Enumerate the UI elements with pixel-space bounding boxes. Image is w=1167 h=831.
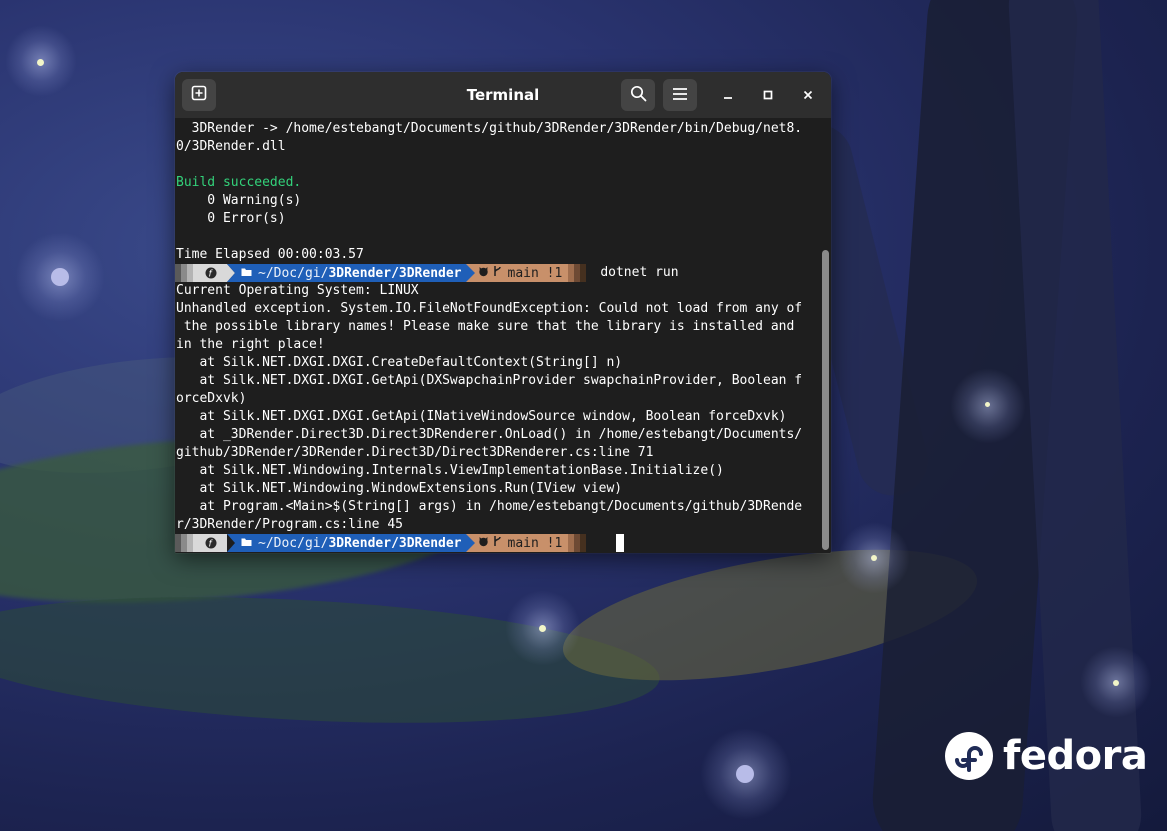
maximize-icon	[762, 86, 774, 105]
typed-command: dotnet run	[600, 265, 679, 280]
wallpaper-light	[1113, 680, 1119, 686]
prompt-os-segment: f	[175, 264, 241, 282]
build-status-line: Build succeeded.	[176, 175, 302, 190]
git-branch-icon	[493, 535, 502, 551]
wallpaper-light	[539, 625, 546, 632]
git-branch-icon	[493, 265, 502, 281]
prompt-path-segment: ~/Doc/gi/3DRender/3DRender	[241, 264, 466, 282]
terminal-line: Current Operating System: LINUX	[176, 283, 419, 298]
prompt-git-segment: main !1	[477, 534, 569, 552]
fedora-logo-icon	[945, 732, 993, 780]
wallpaper-light	[37, 59, 44, 66]
github-icon	[478, 536, 489, 551]
prompt-fade	[568, 534, 587, 552]
terminal-line: at Program.<Main>$(String[] args) in /ho…	[176, 499, 803, 514]
terminal-line: github/3DRender/3DRender.Direct3D/Direct…	[176, 445, 654, 460]
wallpaper-light	[51, 268, 69, 286]
terminal-line: the possible library names! Please make …	[176, 319, 795, 334]
prompt-git-segment: main !1	[477, 264, 569, 282]
text-cursor	[616, 534, 624, 552]
search-icon	[630, 85, 647, 106]
terminal-line: at Silk.NET.DXGI.DXGI.GetApi(INativeWind…	[176, 409, 787, 424]
terminal-line: 0 Error(s)	[176, 211, 286, 226]
terminal-line: r/3DRender/Program.cs:line 45	[176, 517, 403, 532]
terminal-line: 0 Warning(s)	[176, 193, 302, 208]
main-menu-button[interactable]	[663, 79, 697, 111]
vertical-scrollbar[interactable]	[819, 118, 831, 553]
shell-prompt: f ~/Doc/gi/3DRender/3DRender	[175, 534, 592, 552]
prompt-separator	[465, 264, 478, 282]
prompt-path-current: 3DRender/3DRender	[328, 535, 462, 551]
prompt-path-prefix: ~/Doc/gi/	[258, 265, 329, 281]
folder-icon	[241, 536, 252, 551]
wallpaper-light	[736, 765, 754, 783]
prompt-path-segment: ~/Doc/gi/3DRender/3DRender	[241, 534, 466, 552]
prompt-path-prefix: ~/Doc/gi/	[258, 535, 329, 551]
terminal-line: Time Elapsed 00:00:03.57	[176, 247, 364, 262]
terminal-line: at _3DRender.Direct3D.Direct3DRenderer.O…	[176, 427, 803, 442]
minimize-icon	[722, 86, 734, 105]
terminal-line: at Silk.NET.Windowing.Internals.ViewImpl…	[176, 463, 724, 478]
terminal-output[interactable]: 3DRender -> /home/estebangt/Documents/gi…	[175, 118, 819, 553]
title-bar[interactable]: Terminal	[175, 72, 831, 118]
prompt-fade	[568, 264, 587, 282]
prompt-path-current: 3DRender/3DRender	[328, 265, 462, 281]
close-icon	[802, 86, 814, 105]
prompt-separator	[465, 534, 478, 552]
git-branch-status: main !1	[507, 265, 563, 281]
terminal-window[interactable]: Terminal 3DRender -> /home/estebangt/Doc…	[175, 72, 831, 553]
terminal-line: 0/3DRender.dll	[176, 139, 286, 154]
fedora-logo: fedora	[945, 732, 1148, 780]
minimize-button[interactable]	[717, 84, 739, 106]
terminal-line: orceDxvk)	[176, 391, 247, 406]
wallpaper-light	[871, 555, 877, 561]
terminal-line: Unhandled exception. System.IO.FileNotFo…	[176, 301, 803, 316]
terminal-line: at Silk.NET.DXGI.DXGI.CreateDefaultConte…	[176, 355, 623, 370]
prompt-os-segment: f	[175, 534, 241, 552]
fedora-logo-text: fedora	[1003, 733, 1148, 779]
hamburger-menu-icon	[672, 86, 688, 105]
terminal-line: 3DRender -> /home/estebangt/Documents/gi…	[176, 121, 803, 136]
scrollbar-thumb[interactable]	[822, 250, 829, 550]
wallpaper-light	[985, 402, 990, 407]
terminal-line: at Silk.NET.Windowing.WindowExtensions.R…	[176, 481, 623, 496]
shell-prompt: f ~/Doc/gi/3DRender/3DRender	[175, 264, 679, 282]
search-button[interactable]	[621, 79, 655, 111]
terminal-line: at Silk.NET.DXGI.DXGI.GetApi(DXSwapchain…	[176, 373, 803, 388]
folder-icon	[241, 266, 252, 281]
maximize-button[interactable]	[757, 84, 779, 106]
terminal-line: in the right place!	[176, 337, 325, 352]
github-icon	[478, 266, 489, 281]
git-branch-status: main !1	[507, 535, 563, 551]
close-button[interactable]	[797, 84, 819, 106]
